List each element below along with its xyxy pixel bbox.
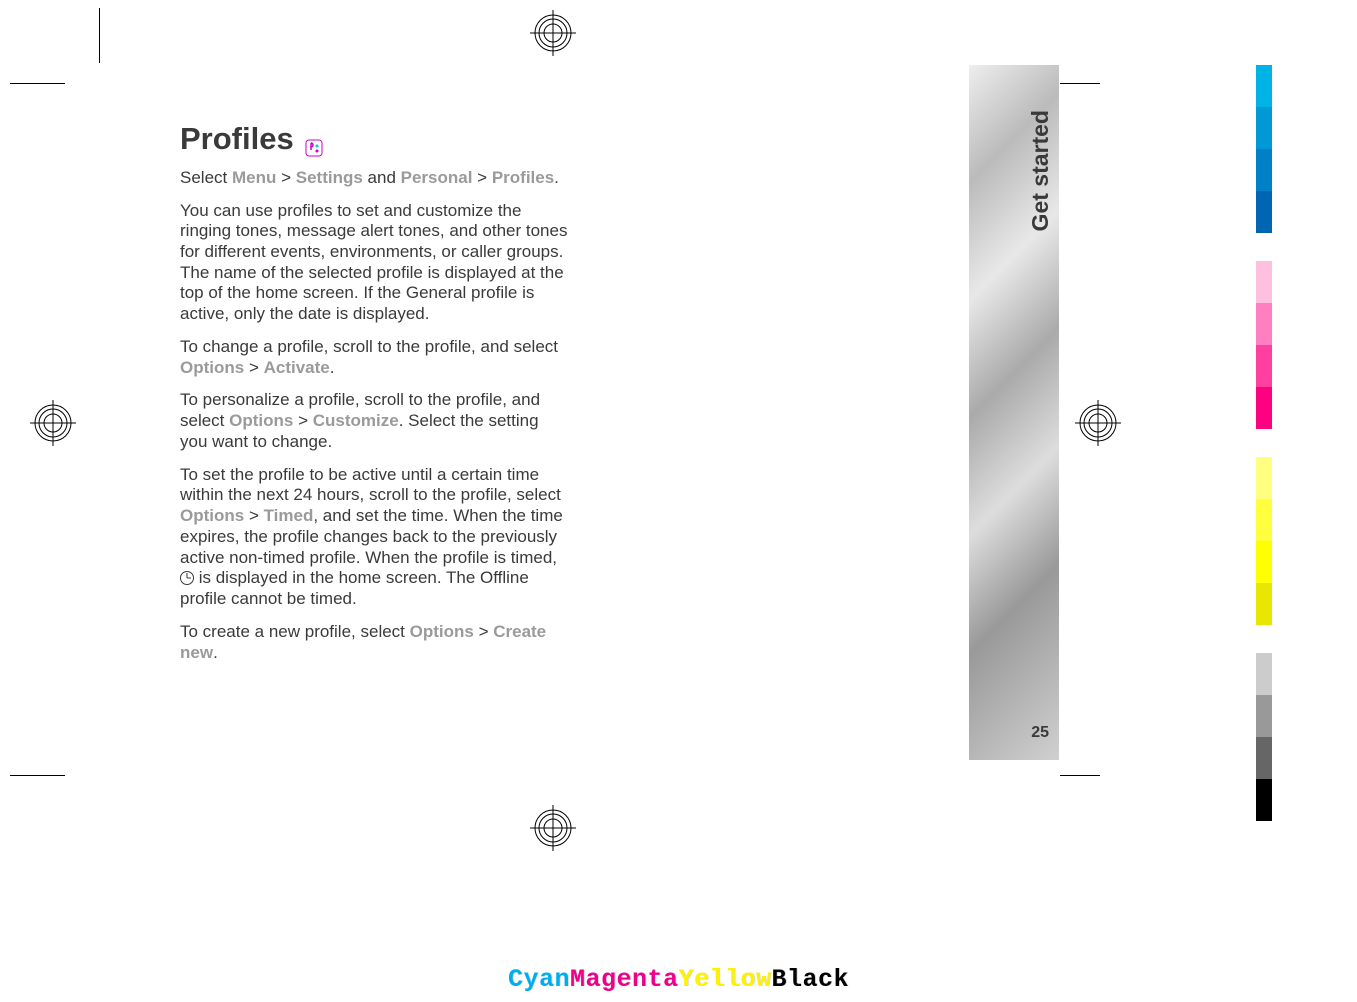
- personalize-paragraph: To personalize a profile, scroll to the …: [180, 390, 568, 452]
- clock-icon: [180, 571, 194, 585]
- crop-mark: [10, 83, 65, 84]
- yellow-label: Yellow: [679, 965, 772, 994]
- color-swatch: [1256, 191, 1272, 233]
- color-swatch: [1256, 457, 1272, 499]
- title-text: Profiles: [180, 120, 294, 158]
- text: .: [330, 358, 335, 377]
- menu-label: Options: [229, 411, 293, 430]
- registration-mark-icon: [530, 805, 576, 851]
- intro-paragraph: You can use profiles to set and customiz…: [180, 201, 568, 325]
- menu-label: Timed: [264, 506, 314, 525]
- crop-mark: [1060, 83, 1100, 84]
- text: To set the profile to be active until a …: [180, 465, 561, 505]
- color-swatch: [1256, 65, 1272, 107]
- crop-mark: [99, 8, 100, 63]
- text: To create a new profile, select: [180, 622, 410, 641]
- color-swatch: [1256, 387, 1272, 429]
- menu-label: Options: [180, 358, 244, 377]
- text: and: [363, 168, 401, 187]
- nav-path: Select Menu > Settings and Personal > Pr…: [180, 168, 568, 189]
- menu-label: Customize: [313, 411, 399, 430]
- page-body: Profiles Select Menu > Settings and Pers…: [180, 120, 568, 675]
- color-swatch: [1256, 345, 1272, 387]
- black-label: Black: [772, 965, 850, 994]
- color-control-strip: [1256, 65, 1272, 821]
- page-number: 25: [1031, 724, 1049, 742]
- menu-label: Settings: [296, 168, 363, 187]
- crop-mark: [1060, 775, 1100, 776]
- sep: >: [276, 168, 295, 187]
- registration-mark-icon: [30, 400, 76, 446]
- sep: >: [474, 622, 493, 641]
- color-swatch: [1256, 107, 1272, 149]
- section-label: Get started: [1027, 110, 1054, 231]
- create-paragraph: To create a new profile, select Options …: [180, 622, 568, 663]
- text: .: [554, 168, 559, 187]
- color-swatch: [1256, 583, 1272, 625]
- color-swatch: [1256, 779, 1272, 821]
- timed-paragraph: To set the profile to be active until a …: [180, 465, 568, 610]
- cyan-label: Cyan: [508, 965, 570, 994]
- registration-mark-icon: [1075, 400, 1121, 446]
- text: Select: [180, 168, 232, 187]
- menu-label: Activate: [264, 358, 330, 377]
- profiles-icon: [304, 129, 324, 149]
- menu-label: Profiles: [492, 168, 554, 187]
- magenta-label: Magenta: [570, 965, 679, 994]
- section-thumb-tab: Get started 25: [969, 65, 1059, 760]
- menu-label: Options: [410, 622, 474, 641]
- text: .: [213, 643, 218, 662]
- registration-mark-icon: [530, 10, 576, 56]
- color-swatch: [1256, 541, 1272, 583]
- page-title: Profiles: [180, 120, 568, 158]
- menu-label: Personal: [401, 168, 473, 187]
- sep: >: [472, 168, 491, 187]
- sep: >: [244, 358, 263, 377]
- color-swatch: [1256, 737, 1272, 779]
- text: To change a profile, scroll to the profi…: [180, 337, 558, 356]
- color-swatch: [1256, 653, 1272, 695]
- sep: >: [244, 506, 263, 525]
- color-swatch: [1256, 303, 1272, 345]
- color-swatch: [1256, 149, 1272, 191]
- text: is displayed in the home screen. The Off…: [180, 568, 529, 608]
- crop-mark: [10, 775, 65, 776]
- menu-label: Options: [180, 506, 244, 525]
- sep: >: [293, 411, 312, 430]
- change-paragraph: To change a profile, scroll to the profi…: [180, 337, 568, 378]
- color-swatch: [1256, 499, 1272, 541]
- color-swatch: [1256, 695, 1272, 737]
- color-swatch: [1256, 261, 1272, 303]
- menu-label: Menu: [232, 168, 276, 187]
- cmyk-label: Cyan Magenta Yellow Black: [508, 965, 849, 994]
